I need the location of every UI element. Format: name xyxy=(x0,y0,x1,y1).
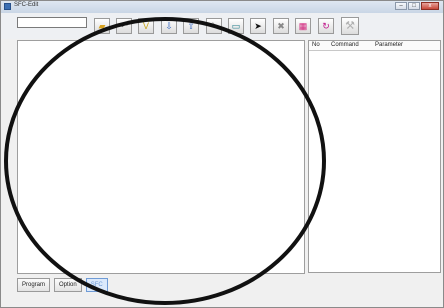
toolbar-button-settings[interactable]: ⚒ xyxy=(341,17,359,35)
column-header-no[interactable]: No xyxy=(312,42,320,48)
toolbar: ▰ ↶ V ⇩ ⇧ ✎ ▭ ➤ ✖ ▦ ↻ ⚒ xyxy=(1,13,443,39)
bottom-tabs: Program Option SFC xyxy=(17,278,108,292)
toolbar-button-redo[interactable]: V xyxy=(138,18,154,34)
app-icon xyxy=(4,3,11,10)
tab-sfc[interactable]: SFC xyxy=(85,278,108,292)
edit-icon: ✎ xyxy=(210,20,218,31)
move-down-icon: ⇩ xyxy=(165,20,173,31)
sfc-canvas[interactable] xyxy=(17,40,305,274)
window-icon: ▭ xyxy=(231,20,241,31)
window-controls: – □ x xyxy=(395,2,439,10)
toolbar-button-move-up[interactable]: ⇧ xyxy=(183,18,199,34)
toolbar-button-pointer[interactable]: ➤ xyxy=(250,18,266,34)
close-button[interactable]: x xyxy=(421,2,439,10)
toolbar-button-move-down[interactable]: ⇩ xyxy=(161,18,177,34)
column-header-parameter[interactable]: Parameter xyxy=(375,42,403,48)
loop-icon: ↻ xyxy=(322,20,330,31)
folder-open-icon: ▰ xyxy=(98,20,106,31)
toolbar-combo[interactable] xyxy=(17,17,87,28)
move-up-icon: ⇧ xyxy=(187,20,195,31)
command-grid[interactable]: No Command Parameter xyxy=(308,40,441,273)
toolbar-button-loop[interactable]: ↻ xyxy=(318,18,334,34)
toolbar-button-grid[interactable]: ▦ xyxy=(295,18,311,34)
toolbar-button-delete[interactable]: ✖ xyxy=(273,18,289,34)
minimize-button[interactable]: – xyxy=(395,2,407,10)
title-bar[interactable]: SFC-Edit – □ x xyxy=(1,1,443,13)
column-header-command[interactable]: Command xyxy=(331,42,359,48)
undo-icon: ↶ xyxy=(120,20,128,31)
command-grid-header: No Command Parameter xyxy=(309,41,440,51)
window-title: SFC-Edit xyxy=(14,2,39,8)
toolbar-button-open[interactable]: ▰ xyxy=(94,18,110,34)
maximize-button[interactable]: □ xyxy=(408,2,420,10)
pointer-icon: ➤ xyxy=(254,20,262,31)
delete-icon: ✖ xyxy=(277,20,285,31)
settings-wrench-icon: ⚒ xyxy=(345,19,355,32)
grid-icon: ▦ xyxy=(298,20,308,31)
toolbar-button-undo[interactable]: ↶ xyxy=(116,18,132,34)
toolbar-button-window[interactable]: ▭ xyxy=(228,18,244,34)
tab-program[interactable]: Program xyxy=(17,278,51,292)
redo-icon: V xyxy=(142,20,149,31)
app-window: SFC-Edit – □ x ▰ ↶ V ⇩ ⇧ ✎ ▭ ➤ ✖ ▦ ↻ ⚒ N… xyxy=(0,0,444,308)
toolbar-button-edit[interactable]: ✎ xyxy=(206,18,222,34)
tab-option[interactable]: Option xyxy=(54,278,82,292)
